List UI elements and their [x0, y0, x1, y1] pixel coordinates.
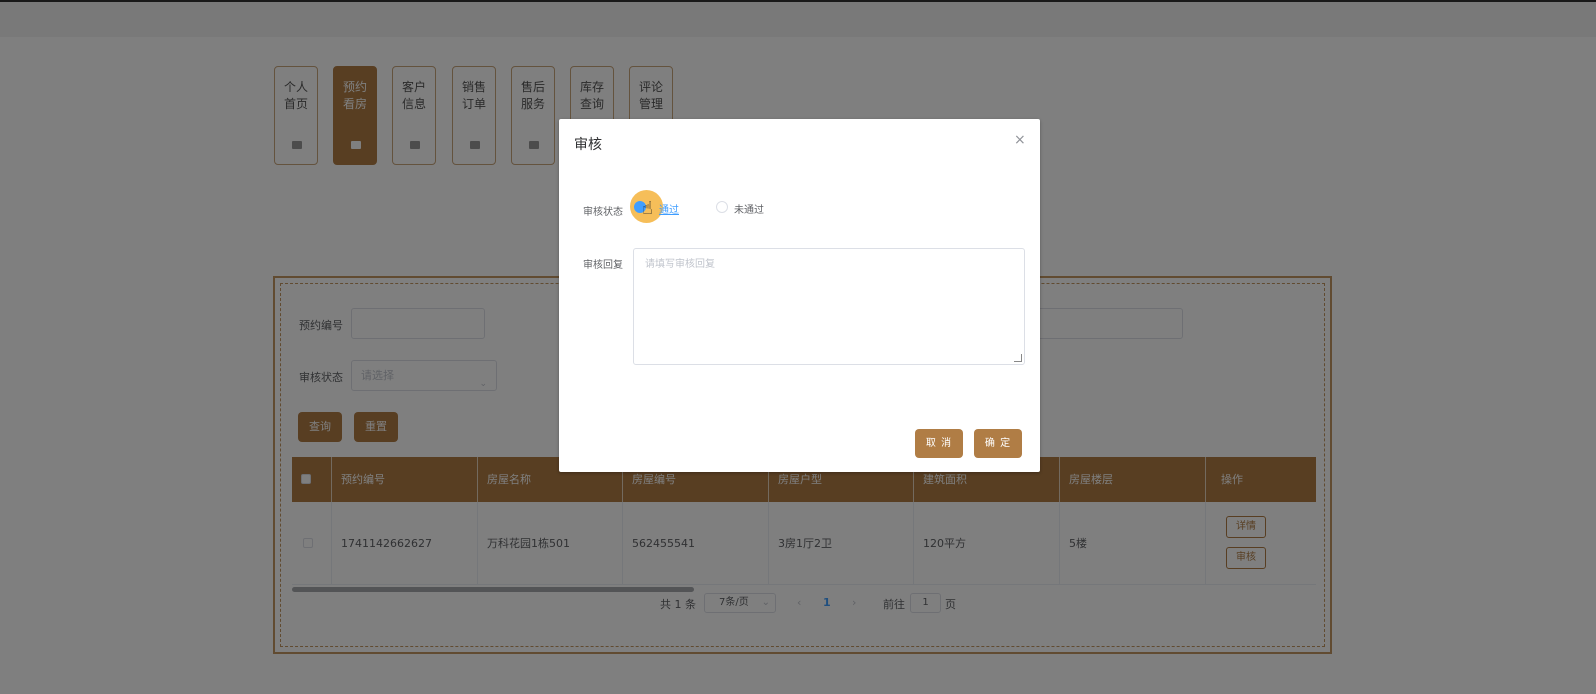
close-icon[interactable]: ×	[1014, 132, 1026, 148]
confirm-button[interactable]: 确 定	[974, 429, 1022, 458]
radio-fail-label[interactable]: 未通过	[734, 201, 764, 216]
cancel-button[interactable]: 取 消	[915, 429, 963, 458]
review-status-label: 审核状态	[583, 207, 623, 218]
dialog-title: 审核	[574, 137, 602, 153]
radio-fail[interactable]	[716, 201, 728, 213]
resize-handle-icon[interactable]	[1014, 354, 1022, 362]
review-reply-textarea[interactable]: 请填写审核回复	[633, 248, 1025, 365]
radio-pass-label[interactable]: 通过	[659, 201, 679, 216]
review-reply-placeholder: 请填写审核回复	[645, 259, 715, 270]
review-reply-label: 审核回复	[583, 260, 623, 271]
hand-pointer-icon: ☝	[642, 198, 653, 219]
review-dialog: 审核 × 审核状态 通过 ☝ 未通过 审核回复 请填写审核回复 取 消 确 定	[559, 119, 1040, 472]
